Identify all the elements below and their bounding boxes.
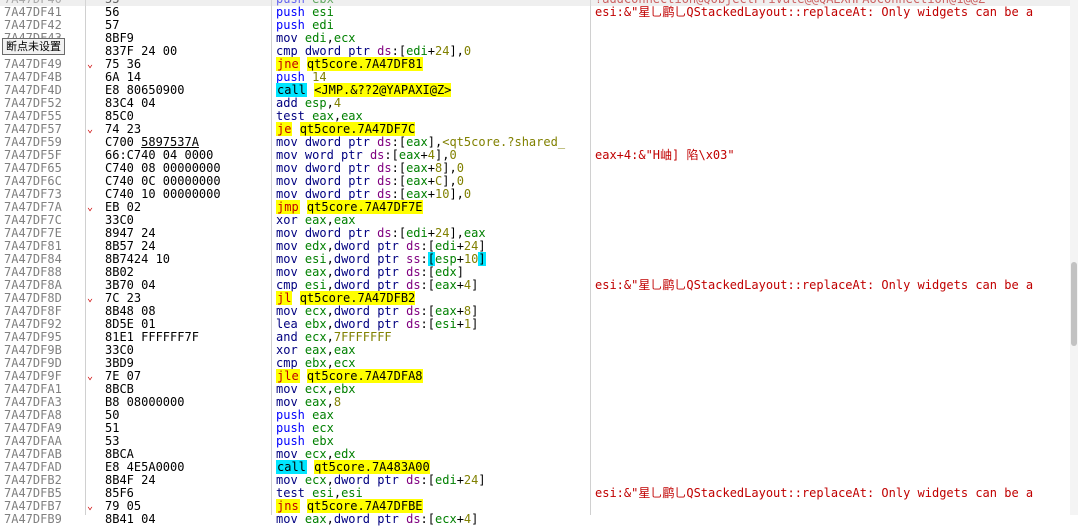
disasm-row[interactable]: 7A47DF73 C740 10 00000000 mov dword ptr ds… [0,188,1078,201]
jump-arrow-icon[interactable]: ⌄ [87,58,93,71]
disasm-row[interactable]: 7A47DF42 57 push edi [0,19,1078,32]
disasm-row[interactable]: 7A47DF49 ⌄ 75 36 jne qt5core.7A47DF81 [0,57,1078,71]
disasm-row[interactable]: 7A47DF55 85C0 test eax,eax [0,110,1078,123]
disasm-row[interactable]: 7A47DF52 83C4 04 add esp,4 [0,97,1078,110]
header-overlay [0,0,1078,6]
disasm-row[interactable]: 7A47DF45837F 24 00cmp dword ptr ds:[edi+… [0,45,1078,58]
disasm-row[interactable]: 7A47DF7E 8947 24 mov dword ptr ds:[edi+24]… [0,227,1078,240]
breakpoint-tooltip: 断点未设置 [2,38,65,55]
jump-arrow-icon[interactable]: ⌄ [87,123,93,136]
jump-arrow-icon[interactable]: ⌄ [87,500,93,513]
vertical-scrollbar[interactable] [1070,0,1078,515]
disasm-row[interactable]: 7A47DFA9 51 push ecx [0,422,1078,435]
column-separator-disasm [590,0,591,515]
disasm-row[interactable]: 7A47DF95 81E1 FFFFFF7F and ecx,7FFFFFFF [0,331,1078,344]
disasm-row[interactable]: 7A47DFAA 53 push ebx [0,435,1078,448]
comment-cell: esi:&"星乚鹛乚QStackedLayout::replaceAt: Onl… [595,486,1034,500]
disasm-row[interactable]: 7A47DF8D ⌄ 7C 23 jl qt5core.7A47DFB2 [0,291,1078,305]
disasm-row[interactable]: 7A47DF84 8B7424 10 mov esi,dword ptr ss:[e… [0,252,1078,266]
disasm-row[interactable]: 7A47DFA8 50 push eax [0,409,1078,422]
jump-arrow-icon[interactable]: ⌄ [87,292,93,305]
disasm-row[interactable]: 7A47DF9B 33C0 xor eax,eax [0,344,1078,357]
disasm-row[interactable]: 7A47DFA3 B8 08000000 mov eax,8 [0,396,1078,409]
disasm-row[interactable]: 7A47DFB5 85F6 test esi,esi esi:&"星乚鹛乚QStack… [0,487,1078,500]
jump-arrow-icon[interactable]: ⌄ [87,370,93,383]
disasm-row[interactable]: 7A47DFB7 ⌄ 79 05 jns qt5core.7A47DFBE [0,499,1078,513]
disasm-row[interactable]: 7A47DF7A ⌄ EB 02 jmp qt5core.7A47DF7E [0,200,1078,214]
disasm-row[interactable]: 7A47DF9F ⌄ 7E 07 jle qt5core.7A47DFA8 [0,369,1078,383]
disasm-row[interactable]: 7A47DF41 56 push esi esi:&"星乚鹛乚QStackedLayo… [0,6,1078,19]
disassembly-view[interactable]: 7A47DF4053push ebx?addConnection@QObject… [0,0,1078,526]
comment-cell: esi:&"星乚鹛乚QStackedLayout::replaceAt: Onl… [595,5,1034,19]
comment-cell: esi:&"星乚鹛乚QStackedLayout::replaceAt: Onl… [595,278,1034,292]
disasm-row[interactable]: 7A47DFAD E8 4E5A0000 call qt5core.7A483A00 [0,460,1078,474]
comment-cell: eax+4:&"H岫] 陷\x03" [595,148,735,162]
disasm-row[interactable]: 7A47DF7C 33C0 xor eax,eax [0,214,1078,227]
column-separator-address [85,0,86,515]
disasm-row[interactable]: 7A47DF8A 3B70 04 cmp esi,dword ptr ds:[eax… [0,279,1078,292]
jump-arrow-icon[interactable]: ⌄ [87,201,93,214]
disasm-row[interactable]: 7A47DF9D 3BD9 cmp ebx,ecx [0,357,1078,370]
disasm-row[interactable]: 7A47DF4D E8 80650900 call <JMP.&??2@YAPAXI… [0,83,1078,97]
column-separator-bytes [271,0,272,515]
disasm-row[interactable]: 7A47DF8F 8B48 08 mov ecx,dword ptr ds:[eax… [0,305,1078,318]
scrollbar-thumb[interactable] [1071,262,1077,346]
